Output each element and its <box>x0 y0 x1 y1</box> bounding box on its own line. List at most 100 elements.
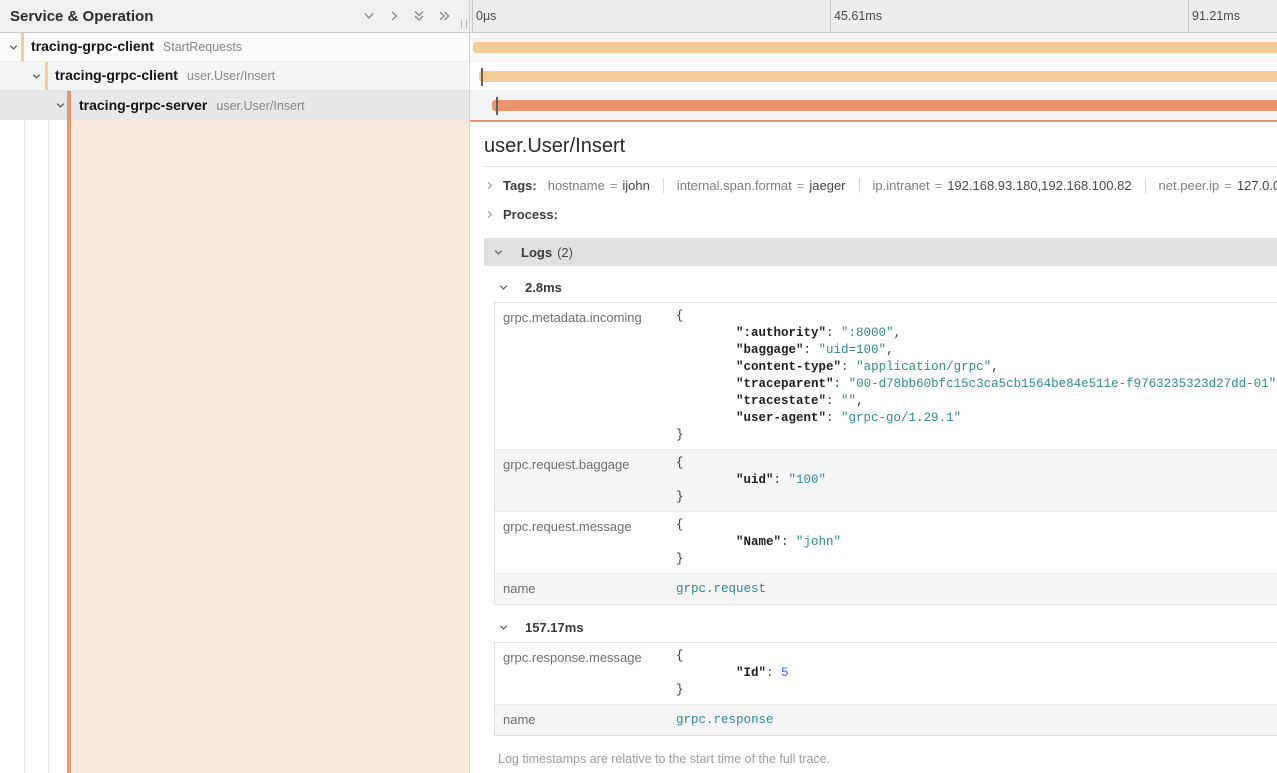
span-bar-row <box>470 62 1277 91</box>
log-field-value: { "uid": "100" } <box>676 450 1277 511</box>
span-service-name: tracing-grpc-server <box>79 97 207 113</box>
chevron-right-icon[interactable] <box>484 180 495 191</box>
logs-header[interactable]: Logs (2) <box>484 238 1277 266</box>
chevron-down-icon[interactable] <box>31 71 42 82</box>
json-number: 5 <box>781 666 789 680</box>
json-key: "Id" <box>736 666 766 680</box>
json-key: ":authority" <box>736 326 826 340</box>
log-field-value: grpc.response <box>676 705 1277 735</box>
span-color-accent <box>67 91 71 120</box>
log-field-key: grpc.request.baggage <box>495 450 676 511</box>
chevron-down-icon <box>493 247 504 258</box>
column-resizer-grip[interactable] <box>461 20 467 29</box>
tag-equals: = <box>797 178 805 193</box>
json-string: "grpc-go/1.29.1" <box>841 411 961 425</box>
divider <box>484 166 1277 167</box>
main-area: tracing-grpc-client StartRequests tracing… <box>0 33 1277 773</box>
json-key: "tracestate" <box>736 394 826 408</box>
span-row-tracing-grpc-server-insert[interactable]: tracing-grpc-server user.User/Insert <box>0 91 469 120</box>
chevron-down-icon[interactable] <box>8 42 19 53</box>
log-timestamp-header[interactable]: 157.17ms <box>498 620 1277 635</box>
tag-value: jaeger <box>809 178 845 193</box>
log-field-row: grpc.request.baggage{ "uid": "100" } <box>495 449 1277 511</box>
json-string: "application/grpc" <box>856 360 991 374</box>
log-field-key: grpc.request.message <box>495 512 676 573</box>
service-operation-title: Service & Operation <box>10 8 362 25</box>
log-field-row: namegrpc.response <box>495 704 1277 735</box>
span-service-name: tracing-grpc-client <box>31 38 154 54</box>
span-start-marker <box>496 97 498 115</box>
span-row-tracing-grpc-client-insert[interactable]: tracing-grpc-client user.User/Insert <box>0 62 469 91</box>
timeline-column: user.User/Insert Tags: hostname=ijohnint… <box>470 33 1277 773</box>
json-value: { "uid": "100" } <box>676 455 1277 506</box>
timeline-ruler: 0μs 45.61ms 91.21ms <box>470 0 1277 33</box>
span-labels: tracing-grpc-client StartRequests <box>31 38 242 56</box>
log-field-row: namegrpc.request <box>495 573 1277 604</box>
json-value: { "Id": 5 } <box>676 648 1277 699</box>
json-key: "Name" <box>736 535 781 549</box>
json-key: "content-type" <box>736 360 841 374</box>
tag-value: 127.0.0.1 <box>1237 178 1277 193</box>
span-labels: tracing-grpc-client user.User/Insert <box>55 67 275 85</box>
tag-equals: = <box>610 178 618 193</box>
log-field-row: grpc.response.message{ "Id": 5 } <box>495 643 1277 704</box>
chevron-down-icon <box>498 282 509 293</box>
span-duration-bar[interactable] <box>492 100 1277 111</box>
json-value: { ":authority": ":8000", "baggage": "uid… <box>676 308 1277 444</box>
process-row[interactable]: Process: <box>484 200 1277 229</box>
log-timestamp: 2.8ms <box>525 280 562 295</box>
log-timestamp-header[interactable]: 2.8ms <box>498 280 1277 295</box>
json-string: ":8000" <box>841 326 894 340</box>
ruler-tick-label: 91.21ms <box>1188 9 1240 23</box>
tag-value: 192.168.93.180,192.168.100.82 <box>947 178 1131 193</box>
collapse-all-icon[interactable] <box>437 9 451 23</box>
tree-guide-line <box>48 120 49 773</box>
span-detail-title: user.User/Insert <box>484 135 1277 158</box>
json-string: "100" <box>789 473 827 487</box>
tag-key: internal.span.format <box>677 178 792 193</box>
span-operation-name: user.User/Insert <box>216 99 304 113</box>
plain-value: grpc.response <box>676 710 1277 730</box>
tag-separator <box>859 178 860 193</box>
log-field-key: name <box>495 574 676 604</box>
ruler-tick-label: 45.61ms <box>830 9 882 23</box>
selected-span-highlight <box>71 120 469 773</box>
log-field-value: { "Id": 5 } <box>676 643 1277 704</box>
plain-value: grpc.request <box>676 579 1277 599</box>
span-duration-bar[interactable] <box>479 71 1277 82</box>
header-row: Service & Operation 0μs 45.61ms 91.21ms <box>0 0 1277 33</box>
expand-all-icon[interactable] <box>412 9 426 23</box>
json-key: "traceparent" <box>736 377 834 391</box>
span-operation-name: StartRequests <box>163 40 242 54</box>
span-service-name: tracing-grpc-client <box>55 67 178 83</box>
chevron-right-icon[interactable] <box>484 209 495 220</box>
json-string: "john" <box>796 535 841 549</box>
log-field-value: { "Name": "john" } <box>676 512 1277 573</box>
span-row-tracing-grpc-client-startrequests[interactable]: tracing-grpc-client StartRequests <box>0 33 469 62</box>
tree-guide-line <box>24 120 25 773</box>
expand-one-icon[interactable] <box>362 9 376 23</box>
json-string: "00-d78bb60bfc15c3ca5cb1564be84e511e-f97… <box>849 377 1277 391</box>
collapse-one-icon[interactable] <box>387 9 401 23</box>
span-color-accent <box>21 33 24 61</box>
span-operation-name: user.User/Insert <box>187 69 275 83</box>
process-label: Process: <box>503 207 558 222</box>
logs-footer-note: Log timestamps are relative to the start… <box>494 751 1277 773</box>
selected-span-indent-area <box>0 120 469 773</box>
tags-list: hostname=ijohninternal.span.format=jaege… <box>548 178 1277 193</box>
span-detail-panel: user.User/Insert Tags: hostname=ijohnint… <box>470 120 1277 773</box>
chevron-down-icon <box>498 622 509 633</box>
log-entries: 2.8ms grpc.metadata.incoming{ ":authority… <box>494 280 1277 736</box>
log-timestamp: 157.17ms <box>525 620 584 635</box>
tag-equals: = <box>1224 178 1232 193</box>
log-fields-table: grpc.metadata.incoming{ ":authority": ":… <box>494 302 1277 605</box>
tags-label: Tags: <box>503 178 537 193</box>
chevron-down-icon[interactable] <box>55 100 66 111</box>
ruler-tick-label: 0μs <box>472 9 496 23</box>
span-duration-bar[interactable] <box>473 42 1277 53</box>
tags-row[interactable]: Tags: hostname=ijohninternal.span.format… <box>484 171 1277 200</box>
tag-key: ip.intranet <box>873 178 930 193</box>
tree-toolbar <box>362 9 459 23</box>
log-field-key: grpc.response.message <box>495 643 676 704</box>
json-key: "baggage" <box>736 343 804 357</box>
